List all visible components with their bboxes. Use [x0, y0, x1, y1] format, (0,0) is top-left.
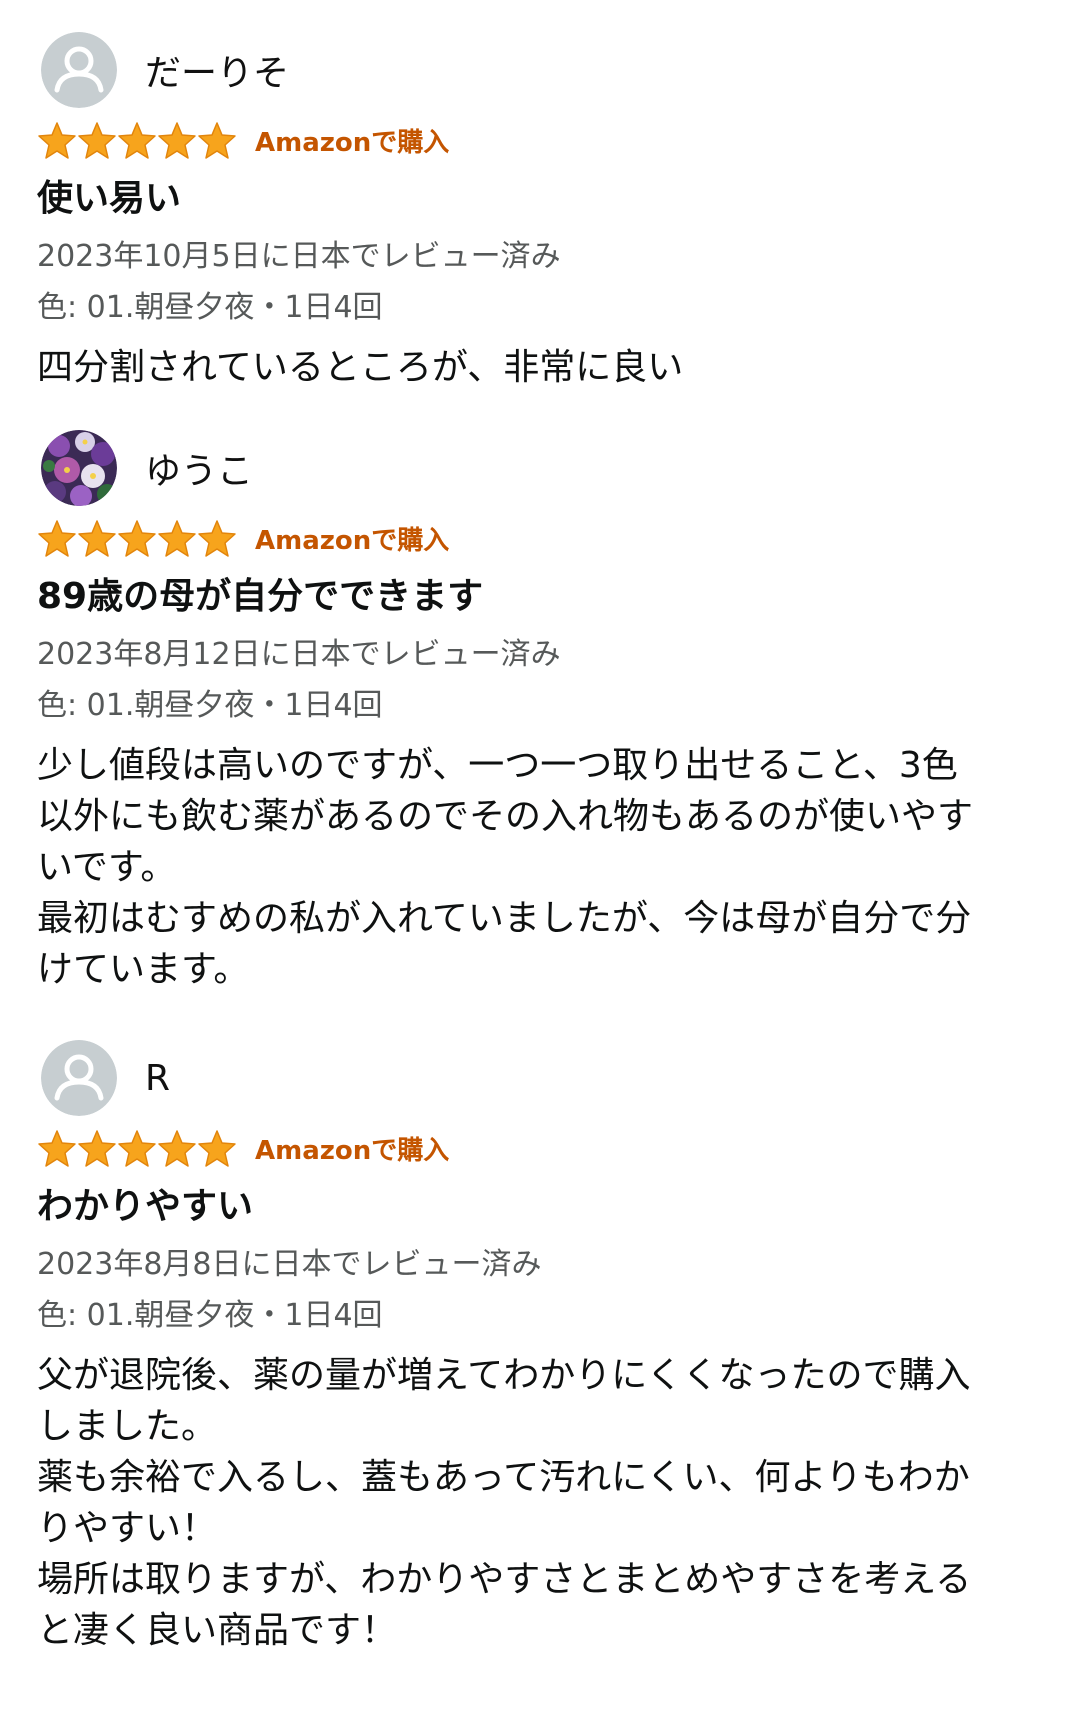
avatar[interactable] — [41, 1040, 117, 1116]
review-title[interactable]: 使い易い — [37, 177, 181, 221]
star-icon — [118, 122, 156, 159]
default-person-icon — [41, 1040, 117, 1116]
star-icon — [78, 520, 116, 557]
star-icon — [198, 1130, 236, 1167]
review-date: 2023年8月12日に日本でレビュー済み — [37, 637, 561, 672]
review-date: 2023年10月5日に日本でレビュー済み — [37, 239, 561, 274]
review-body-line: しました。 — [37, 1406, 218, 1447]
review-body-line: 薬も余裕で入るし、蓋もあって汚れにくい、何よりもわか — [37, 1457, 970, 1498]
star-icon — [38, 122, 76, 159]
avatar[interactable] — [41, 430, 117, 506]
rating-row: Amazonで購入 — [37, 1128, 449, 1168]
star-icon — [198, 520, 236, 557]
reviewer-name[interactable]: ゆうこ — [145, 442, 253, 494]
star-icon — [158, 122, 196, 159]
review-body: 四分割されているところが、非常に良い — [37, 342, 1047, 393]
reviewer-name[interactable]: R — [145, 1058, 170, 1099]
review-body: 少し値段は高いのですが、一つ一つ取り出せること、3色 以外にも飲む薬があるのでそ… — [37, 740, 1047, 995]
verified-purchase-badge: Amazonで購入 — [255, 1135, 450, 1166]
star-rating[interactable] — [37, 120, 237, 160]
product-variant: 色: 01.朝昼夕夜・1日4回 — [37, 688, 383, 723]
review-date: 2023年8月8日に日本でレビュー済み — [37, 1247, 542, 1282]
review-body-line: 最初はむすめの私が入れていましたが、今は母が自分で分 — [37, 898, 972, 939]
review-title[interactable]: 89歳の母が自分でできます — [37, 575, 483, 619]
review-body-line: いです。 — [37, 847, 177, 888]
avatar[interactable] — [41, 32, 117, 108]
review-body-line: 四分割されているところが、非常に良い — [37, 347, 684, 388]
review-body: 父が退院後、薬の量が増えてわかりにくくなったので購入 しました。 薬も余裕で入る… — [37, 1350, 1047, 1656]
product-variant: 色: 01.朝昼夕夜・1日4回 — [37, 290, 383, 325]
review-body-line: 以外にも飲む薬があるのでその入れ物もあるのが使いやす — [37, 796, 974, 837]
verified-purchase-badge: Amazonで購入 — [255, 127, 450, 158]
review-header: R — [41, 1040, 170, 1116]
review-body-line: 少し値段は高いのですが、一つ一つ取り出せること、3色 — [37, 745, 958, 786]
review-header: ゆうこ — [41, 430, 253, 506]
star-icon — [158, 520, 196, 557]
star-icon — [78, 1130, 116, 1167]
star-icon — [158, 1130, 196, 1167]
reviews-list: だーりそ Amazonで購入 使い易い 2023年10月5日に日本でレビュー済み… — [0, 0, 1080, 1710]
reviewer-name[interactable]: だーりそ — [145, 44, 289, 96]
star-icon — [118, 520, 156, 557]
rating-row: Amazonで購入 — [37, 518, 449, 558]
verified-purchase-badge: Amazonで購入 — [255, 525, 450, 556]
product-variant: 色: 01.朝昼夕夜・1日4回 — [37, 1298, 383, 1333]
star-icon — [78, 122, 116, 159]
star-icon — [38, 1130, 76, 1167]
review-header: だーりそ — [41, 32, 289, 108]
review-body-line: 場所は取りますが、わかりやすさとまとめやすさを考える — [37, 1559, 972, 1600]
star-icon — [118, 1130, 156, 1167]
star-icon — [38, 520, 76, 557]
review-body-line: と凄く良い商品です！ — [37, 1610, 398, 1651]
star-icon — [198, 122, 236, 159]
star-rating[interactable] — [37, 518, 237, 558]
rating-row: Amazonで購入 — [37, 120, 449, 160]
review-body-line: りやすい！ — [37, 1508, 218, 1549]
star-rating[interactable] — [37, 1128, 237, 1168]
review-title[interactable]: わかりやすい — [37, 1185, 253, 1229]
review-body-line: 父が退院後、薬の量が増えてわかりにくくなったので購入 — [37, 1355, 971, 1396]
review-body-line: けています。 — [37, 949, 250, 990]
flower-photo-icon — [41, 430, 117, 506]
default-person-icon — [41, 32, 117, 108]
